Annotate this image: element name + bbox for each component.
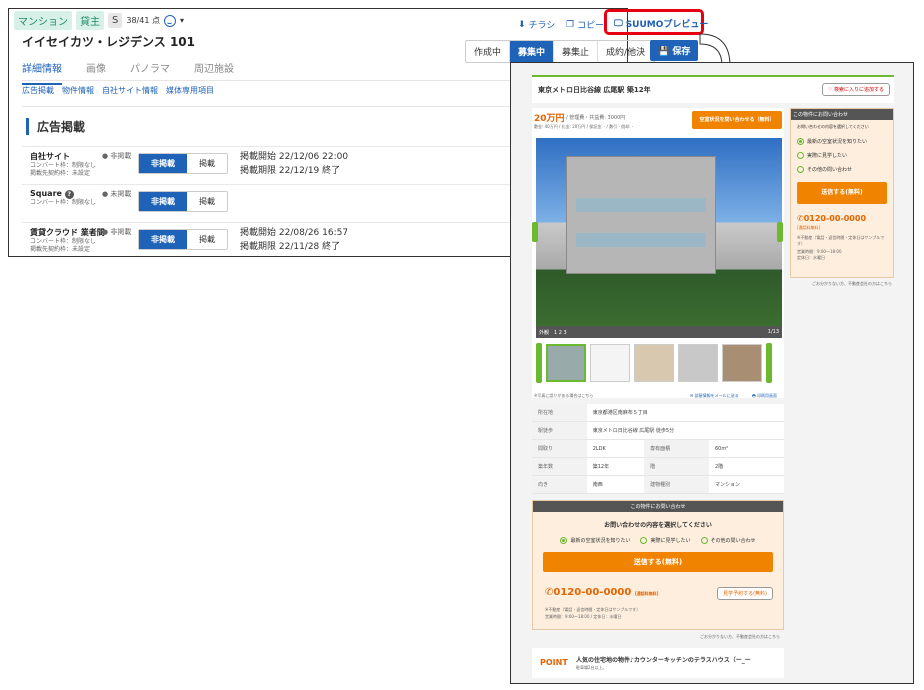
radio-vacancy[interactable]: 最新の空室状況を知りたい [560, 537, 630, 544]
subnav: 広告掲載 物件情報 自社サイト情報 媒体専用項目 [22, 85, 214, 96]
print-link[interactable]: 🖶 印刷用画面 [752, 393, 777, 400]
side-radio-vacancy[interactable]: 最新の空室状況を知りたい [797, 135, 887, 149]
help-icon[interactable]: ? [64, 190, 74, 199]
side-phone: ✆0120-00-0000 [797, 214, 867, 223]
side-send-button[interactable]: 送信する(無料) [797, 182, 887, 204]
side-radio-visit[interactable]: 実際に見学したい [797, 149, 887, 163]
publish-toggle: 非掲載 掲載 [138, 191, 228, 212]
row-name: Square ? [30, 189, 96, 199]
tab-surroundings[interactable]: 周辺施設 [194, 60, 234, 85]
publish-toggle: 非掲載 掲載 [138, 229, 228, 250]
property-photo[interactable] [536, 138, 782, 326]
phone-number: ✆0120-00-0000 [通話料無料] [545, 587, 659, 598]
favorite-button[interactable]: ♡ 検索に入りに追加する [821, 83, 890, 96]
radio-other[interactable]: その他の問い合わせ [700, 537, 756, 544]
price: 20万円 [534, 114, 565, 124]
copy-icon: ❐ [566, 19, 575, 30]
publish-dates: 掲載開始 22/12/06 22:00 掲載期限 22/12/19 終了 [240, 152, 349, 176]
tab-details[interactable]: 詳細情報 [22, 60, 62, 85]
photo-caption-bar: 外観 1 2 3 1/13 [536, 326, 782, 338]
side-options: 最新の空室状況を知りたい 実際に見学したい その他の問い合わせ [791, 134, 893, 178]
side-inquiry: この物件にお問い合わせ お問い合わせの内容を選択してください 最新の空室状況を知… [790, 108, 894, 278]
status-badge: ● 非掲載 [102, 152, 132, 160]
property-tags: マンション 貸主 S 38/41 点 ▾ [14, 11, 184, 30]
status-draft[interactable]: 作成中 [466, 41, 511, 62]
mail-link[interactable]: ✉ 部屋情報をメールに送る [690, 393, 739, 399]
status-segment: 作成中 募集中 募集止 成約/他決 [465, 40, 656, 63]
property-table: 所在地 東京都港区南麻布５丁目 駅徒歩 東京メトロ日比谷線 広尾駅 徒歩5分 間取り… [532, 404, 784, 494]
tab-panorama[interactable]: パノラマ [130, 60, 170, 85]
smiley-icon[interactable] [163, 14, 176, 27]
status-badge: ● 未掲載 [102, 190, 132, 198]
thumbnail[interactable] [634, 344, 674, 382]
subnav-media[interactable]: 媒体専用項目 [166, 85, 214, 96]
table-row: 間取り 2LDK 専有面積 60m² [532, 439, 784, 458]
status-stopped[interactable]: 募集止 [554, 41, 599, 62]
table-row: 駅徒歩 東京メトロ日比谷線 広尾駅 徒歩5分 [532, 421, 784, 440]
score: 38/41 点 [126, 16, 160, 25]
suumo-header: 東京メトロ日比谷線 広尾駅 築12年 ♡ 検索に入りに追加する [532, 75, 894, 103]
building [566, 156, 716, 274]
vacancy-inquiry-button[interactable]: 空室状況を問い合わせる（無料） [692, 111, 782, 129]
chevron-down-icon[interactable]: ▾ [180, 16, 184, 25]
visit-reservation-button[interactable]: 見学予約する(無料) [717, 587, 773, 600]
tag-owner: 貸主 [76, 11, 104, 30]
point-section: POINT 人気の住宅地の物件♪カウンターキッチンのテラスハウス（ー_ー 駐車場… [532, 648, 784, 678]
subnav-ad[interactable]: 広告掲載 [22, 85, 54, 96]
thumbnail[interactable] [590, 344, 630, 382]
side-radio-other[interactable]: その他の問い合わせ [797, 163, 887, 177]
subnav-property[interactable]: 物件情報 [62, 85, 94, 96]
status-contracted[interactable]: 成約/他決 [598, 41, 655, 62]
tab-images[interactable]: 画像 [86, 60, 106, 85]
photo-prev-button[interactable] [532, 222, 538, 242]
property-title: イイセイカツ・レジデンス 101 [22, 35, 195, 49]
thumb-prev-button[interactable] [536, 343, 542, 383]
download-icon: ⬇ [518, 19, 526, 30]
row-name: 自社サイト [30, 152, 70, 161]
detail-tabs: 詳細情報 画像 パノラマ 周辺施設 [22, 60, 234, 85]
inquiry-options: 最新の空室状況を知りたい 実際に見学したい その他の問い合わせ [533, 537, 783, 544]
table-row: 向き 南西 建物種別 マンション [532, 475, 784, 494]
thumbnail[interactable] [678, 344, 718, 382]
status-badge: ● 非掲載 [102, 228, 132, 236]
thumbnail[interactable] [546, 344, 586, 382]
monitor-icon: 🖵 [614, 18, 623, 29]
send-button[interactable]: 送信する(無料) [543, 552, 773, 572]
section-title: 広告掲載 [26, 118, 85, 135]
publish-toggle: 非掲載 掲載 [138, 153, 228, 174]
flyer-button[interactable]: ⬇ チラシ [518, 18, 555, 32]
status-recruiting[interactable]: 募集中 [510, 41, 555, 62]
suumo-preview-button[interactable]: 🖵 SUUMOプレビュー [614, 17, 708, 31]
thumb-next-button[interactable] [766, 343, 772, 383]
copy-button[interactable]: ❐ コピー [566, 18, 604, 32]
table-row: 築年数 築12年階 2階 [532, 457, 784, 476]
radio-visit[interactable]: 実際に見学したい [640, 537, 691, 544]
subnav-site[interactable]: 自社サイト情報 [102, 85, 158, 96]
table-row: 所在地 東京都港区南麻布５丁目 [532, 404, 784, 422]
thumbnail[interactable] [722, 344, 762, 382]
publish-dates: 掲載開始 22/08/26 16:57 掲載期限 22/11/28 終了 [240, 228, 349, 252]
tag-mansion: マンション [14, 11, 72, 30]
thumbnail-strip [536, 343, 772, 383]
deposit-info: 敷金: 40万円 / 礼金: 20万円 / 保証金: - / 敷引・償却: - [534, 124, 634, 129]
inquiry-form: この物件にお問い合わせ お問い合わせの内容を選択してください 最新の空室状況を知… [532, 500, 784, 630]
photo-next-button[interactable] [777, 222, 783, 242]
row-name: 賃貸クラウド 業者間 [30, 228, 105, 237]
tag-rank: S [108, 13, 123, 28]
